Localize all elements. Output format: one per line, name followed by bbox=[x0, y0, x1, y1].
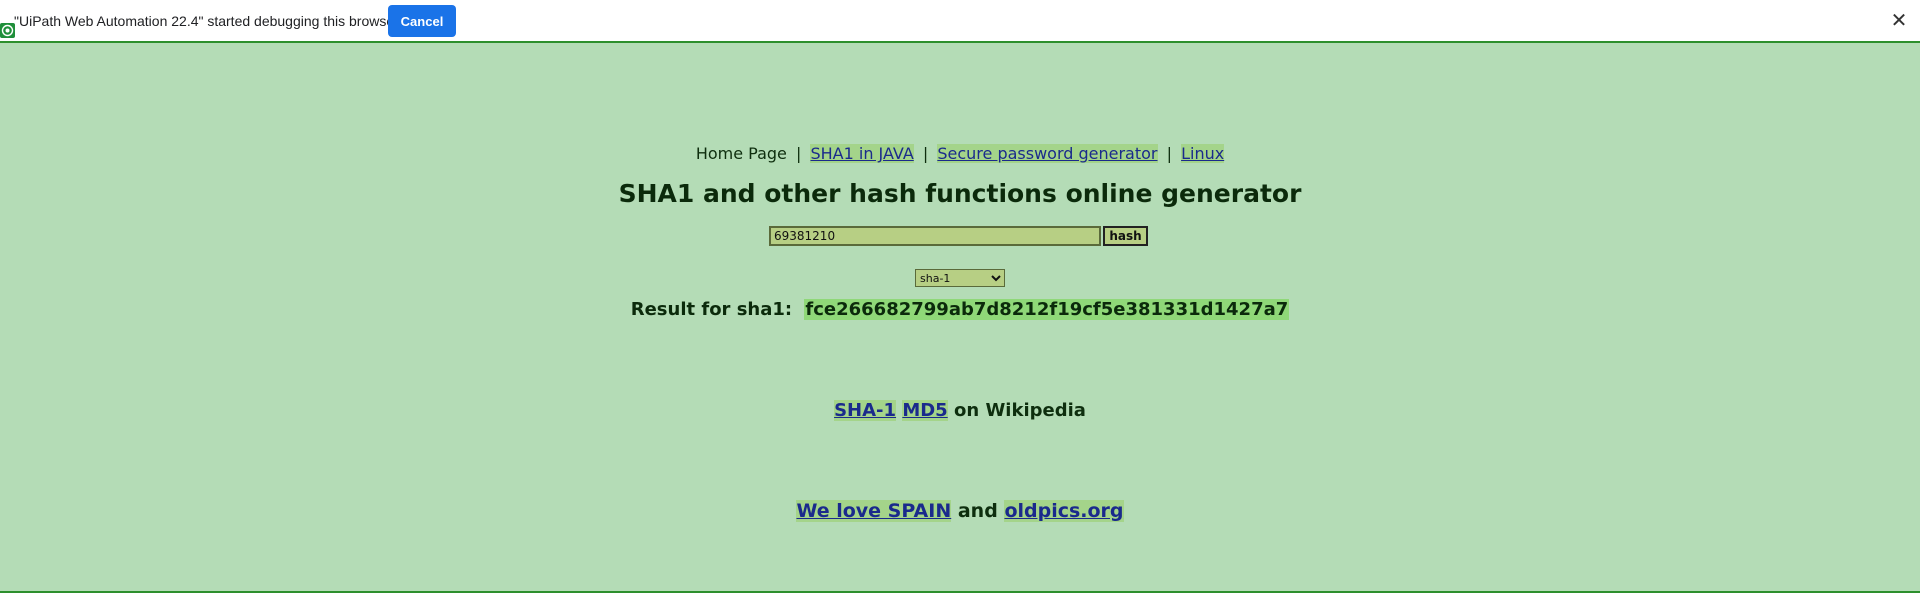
page-content: Home Page | SHA1 in JAVA | Secure passwo… bbox=[0, 41, 1920, 593]
wiki-suffix: on Wikipedia bbox=[954, 400, 1086, 421]
nav-link-password-generator[interactable]: Secure password generator bbox=[937, 144, 1158, 163]
wiki-link-sha1[interactable]: SHA-1 bbox=[834, 400, 897, 421]
close-icon[interactable]: ✕ bbox=[1887, 8, 1911, 32]
result-hash-value: fce266682799ab7d8212f19cf5e381331d1427a7 bbox=[804, 299, 1290, 320]
result-line: Result for sha1: fce266682799ab7d8212f19… bbox=[0, 299, 1920, 320]
algorithm-select[interactable]: sha-1 bbox=[915, 269, 1005, 287]
nav-link-linux[interactable]: Linux bbox=[1181, 144, 1225, 163]
footer-and: and bbox=[957, 500, 998, 522]
hash-input-field[interactable] bbox=[769, 226, 1101, 246]
footer-link-spain[interactable]: We love SPAIN bbox=[796, 500, 952, 522]
nav-home: Home Page bbox=[695, 144, 787, 163]
wiki-link-md5[interactable]: MD5 bbox=[902, 400, 948, 421]
page-title: SHA1 and other hash functions online gen… bbox=[618, 179, 1302, 208]
wikipedia-links: SHA-1 MD5 on Wikipedia bbox=[0, 400, 1920, 421]
nav-separator: | bbox=[922, 144, 929, 163]
footer-link-oldpics[interactable]: oldpics.org bbox=[1004, 500, 1124, 522]
footer-links: We love SPAIN and oldpics.org bbox=[0, 500, 1920, 522]
top-navigation: Home Page | SHA1 in JAVA | Secure passwo… bbox=[0, 144, 1920, 163]
nav-link-sha1-java[interactable]: SHA1 in JAVA bbox=[810, 144, 914, 163]
cancel-debug-button[interactable]: Cancel bbox=[388, 5, 456, 37]
nav-separator: | bbox=[1166, 144, 1172, 163]
debug-infobar: "UiPath Web Automation 22.4" started deb… bbox=[0, 0, 1920, 41]
result-label: Result for sha1: bbox=[630, 299, 793, 320]
debug-message: "UiPath Web Automation 22.4" started deb… bbox=[14, 13, 399, 29]
uipath-icon bbox=[0, 23, 15, 38]
nav-separator: | bbox=[795, 144, 802, 163]
hash-button[interactable]: hash bbox=[1103, 226, 1148, 246]
